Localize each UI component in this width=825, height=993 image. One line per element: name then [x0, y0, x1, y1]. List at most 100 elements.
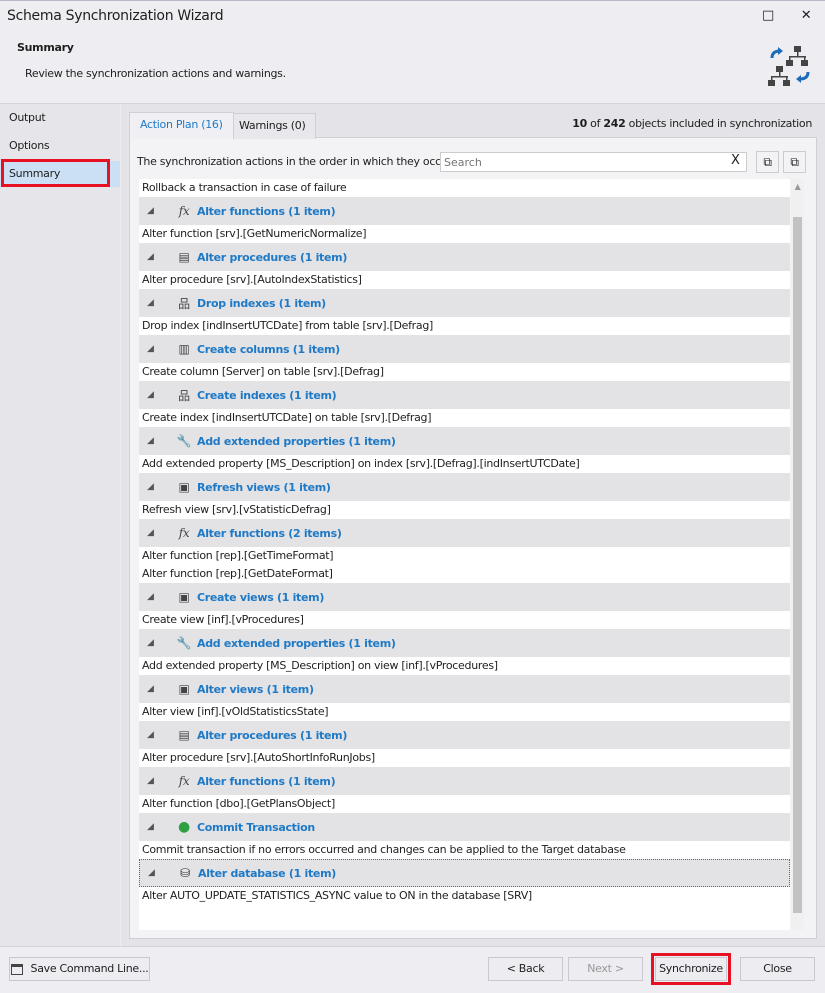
- view-icon: ▣: [178, 682, 190, 696]
- group-label: Drop indexes (1 item): [197, 296, 326, 310]
- list-item[interactable]: Add extended property [MS_Description] o…: [139, 657, 790, 675]
- group-header[interactable]: ◢ ● Commit Transaction: [139, 813, 790, 841]
- group-label: Alter procedures (1 item): [197, 728, 348, 742]
- list-item[interactable]: Alter function [dbo].[GetPlansObject]: [139, 795, 790, 813]
- list-item[interactable]: Alter view [inf].[vOldStatisticsState]: [139, 703, 790, 721]
- collapse-triangle-icon[interactable]: ◢: [148, 868, 166, 878]
- collapse-triangle-icon[interactable]: ◢: [147, 252, 165, 262]
- collapse-triangle-icon[interactable]: ◢: [147, 528, 165, 538]
- group-header[interactable]: ◢ ▥ Create columns (1 item): [139, 335, 790, 363]
- save-command-line-button[interactable]: Save Command Line...: [9, 957, 150, 981]
- list-item[interactable]: Alter procedure [srv].[AutoShortInfoRunJ…: [139, 749, 790, 767]
- collapse-triangle-icon[interactable]: ◢: [147, 822, 165, 832]
- index-icon: 品: [178, 296, 190, 311]
- collapse-triangle-icon[interactable]: ◢: [147, 638, 165, 648]
- maximize-button[interactable]: □: [760, 8, 776, 23]
- group-header[interactable]: ◢ fx Alter functions (1 item): [139, 767, 790, 795]
- next-button[interactable]: Next >: [568, 957, 643, 981]
- group-label: Alter functions (1 item): [197, 774, 336, 788]
- collapse-triangle-icon[interactable]: ◢: [147, 344, 165, 354]
- group-label: Alter database (1 item): [198, 866, 336, 880]
- back-button[interactable]: < Back: [488, 957, 563, 981]
- count-suffix: objects included in synchronization: [625, 117, 813, 130]
- tab-warnings[interactable]: Warnings (0): [228, 113, 317, 139]
- collapse-triangle-icon[interactable]: ◢: [147, 592, 165, 602]
- group-header[interactable]: ◢ fx Alter functions (2 items): [139, 519, 790, 547]
- page-title: Summary: [17, 41, 74, 54]
- index-icon: 品: [178, 388, 190, 403]
- group-header[interactable]: ◢ ▤ Alter procedures (1 item): [139, 243, 790, 271]
- collapse-triangle-icon[interactable]: ◢: [147, 390, 165, 400]
- action-plan-list: Rollback a transaction in case of failur…: [139, 179, 790, 930]
- collapse-triangle-icon[interactable]: ◢: [147, 436, 165, 446]
- play-icon: ●: [178, 819, 190, 835]
- list-item[interactable]: Alter AUTO_UPDATE_STATISTICS_ASYNC value…: [139, 887, 790, 905]
- expand-all-button[interactable]: ⧉: [756, 151, 779, 173]
- group-header[interactable]: ◢ 🔧 Add extended properties (1 item): [139, 629, 790, 657]
- group-header[interactable]: ◢ 品 Create indexes (1 item): [139, 381, 790, 409]
- close-window-button[interactable]: ✕: [798, 8, 814, 23]
- group-label: Add extended properties (1 item): [197, 636, 396, 650]
- group-label: Refresh views (1 item): [197, 480, 331, 494]
- group-label: Add extended properties (1 item): [197, 434, 396, 448]
- group-header[interactable]: ◢ 🔧 Add extended properties (1 item): [139, 427, 790, 455]
- group-header[interactable]: ◢ ▤ Alter procedures (1 item): [139, 721, 790, 749]
- sidebar: Output Options Summary: [0, 104, 120, 946]
- search-input[interactable]: [440, 152, 747, 172]
- save-command-line-label: Save Command Line...: [30, 962, 149, 975]
- collapse-triangle-icon[interactable]: ◢: [147, 206, 165, 216]
- list-item[interactable]: Drop index [indInsertUTCDate] from table…: [139, 317, 790, 335]
- group-label: Alter functions (1 item): [197, 204, 336, 218]
- list-item[interactable]: Create column [Server] on table [srv].[D…: [139, 363, 790, 381]
- group-header[interactable]: ◢ ⛁ Alter database (1 item): [139, 859, 790, 887]
- clear-search-button[interactable]: X: [731, 153, 740, 168]
- group-header[interactable]: ◢ 品 Drop indexes (1 item): [139, 289, 790, 317]
- column-icon: ▥: [178, 342, 190, 356]
- collapse-triangle-icon[interactable]: ◢: [147, 298, 165, 308]
- list-item[interactable]: Create index [indInsertUTCDate] on table…: [139, 409, 790, 427]
- procedure-icon: ▤: [178, 728, 190, 742]
- collapse-all-icon: ⧉: [790, 155, 799, 169]
- tab-action-plan[interactable]: Action Plan (16): [129, 112, 234, 139]
- window-title: Schema Synchronization Wizard: [7, 8, 224, 24]
- group-header[interactable]: ◢ ▣ Create views (1 item): [139, 583, 790, 611]
- objects-count: 10 of 242 objects included in synchroniz…: [572, 117, 812, 130]
- collapse-triangle-icon[interactable]: ◢: [147, 482, 165, 492]
- group-header[interactable]: ◢ ▣ Alter views (1 item): [139, 675, 790, 703]
- list-item[interactable]: Create view [inf].[vProcedures]: [139, 611, 790, 629]
- fx-icon: fx: [178, 526, 190, 540]
- sidebar-item-options[interactable]: Options: [0, 133, 120, 159]
- list-item[interactable]: Alter function [rep].[GetTimeFormat]: [139, 547, 790, 565]
- view-icon: ▣: [178, 480, 190, 494]
- view-icon: ▣: [178, 590, 190, 604]
- group-header[interactable]: ◢ fx Alter functions (1 item): [139, 197, 790, 225]
- database-icon: ⛁: [180, 866, 190, 880]
- collapse-triangle-icon[interactable]: ◢: [147, 730, 165, 740]
- list-item[interactable]: Add extended property [MS_Description] o…: [139, 455, 790, 473]
- group-header[interactable]: ◢ ▣ Refresh views (1 item): [139, 473, 790, 501]
- collapse-all-button[interactable]: ⧉: [783, 151, 806, 173]
- list-item[interactable]: Commit transaction if no errors occurred…: [139, 841, 790, 859]
- scroll-up-icon[interactable]: ▲: [791, 182, 804, 191]
- group-label: Alter views (1 item): [197, 682, 314, 696]
- wrench-icon: 🔧: [176, 434, 192, 448]
- group-label: Create views (1 item): [197, 590, 325, 604]
- list-item[interactable]: Rollback a transaction in case of failur…: [139, 179, 790, 197]
- group-label: Alter functions (2 items): [197, 526, 342, 540]
- included-count: 10: [572, 117, 587, 130]
- list-item[interactable]: Alter procedure [srv].[AutoIndexStatisti…: [139, 271, 790, 289]
- list-item[interactable]: Alter function [srv].[GetNumericNormaliz…: [139, 225, 790, 243]
- fx-icon: fx: [178, 774, 190, 788]
- sidebar-item-output[interactable]: Output: [0, 105, 120, 131]
- list-item[interactable]: Alter function [rep].[GetDateFormat]: [139, 565, 790, 583]
- list-item[interactable]: Refresh view [srv].[vStatisticDefrag]: [139, 501, 790, 519]
- wrench-icon: 🔧: [176, 636, 192, 650]
- expand-all-icon: ⧉: [763, 155, 772, 169]
- close-button[interactable]: Close: [740, 957, 815, 981]
- group-label: Alter procedures (1 item): [197, 250, 348, 264]
- scrollbar-thumb[interactable]: [793, 217, 802, 913]
- collapse-triangle-icon[interactable]: ◢: [147, 684, 165, 694]
- collapse-triangle-icon[interactable]: ◢: [147, 776, 165, 786]
- fx-icon: fx: [178, 204, 190, 218]
- divider: [0, 946, 825, 947]
